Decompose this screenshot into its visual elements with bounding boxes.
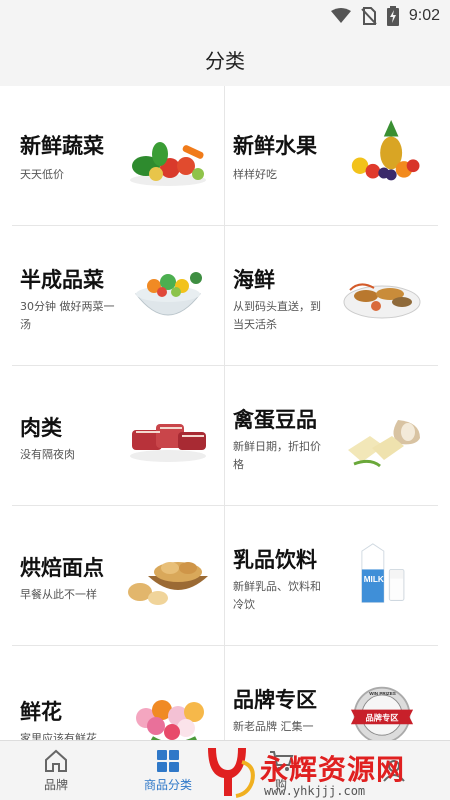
watermark-text: 永辉资源网 [260,753,406,786]
bread-basket-image [128,562,208,605]
category-flowers[interactable]: 鲜花 家里应该有鲜花 [12,646,225,740]
meat-image [130,424,206,462]
badge-ring-text: WIN PRIZES [369,691,396,696]
grid-icon [157,750,179,772]
tab-label: 商品分类 [143,778,192,792]
category-fruits[interactable]: 新鲜水果 样样好吃 [225,86,438,226]
watermark-url: www.yhkjjj.com [264,784,366,798]
category-eggs-tofu[interactable]: 禽蛋豆品 新鲜日期，折扣价格 [225,366,438,506]
category-subtitle: 30分钟 做好两菜一汤 [20,300,115,331]
category-grid: 新鲜蔬菜 天天低价 新鲜水果 样样好吃 半成品菜 30分钟 做好两菜一汤 海鲜 … [0,86,450,740]
category-semi-prepared[interactable]: 半成品菜 30分钟 做好两菜一汤 [12,226,225,366]
category-meat[interactable]: 肉类 没有隔夜肉 [12,366,225,506]
status-time: 9:02 [408,7,440,24]
category-title: 新鲜蔬菜 [20,134,104,158]
seafood-platter-image [343,283,421,319]
vegetables-image [130,142,206,186]
category-subtitle: 新老品牌 汇集一 [233,720,314,733]
category-title: 禽蛋豆品 [233,408,317,432]
category-brands[interactable]: 品牌专区 新老品牌 汇集一 WIN PRIZES 品牌专区 [225,646,438,740]
page-title: 分类 [205,48,245,73]
fruits-image [351,120,420,181]
category-subtitle: 早餐从此不一样 [20,588,97,601]
milk-label: MILK [364,575,384,584]
watermark: 永辉资源网 www.yhkjjj.com [198,742,450,800]
category-subtitle: 新鲜日期，折扣价格 [233,440,321,471]
category-title: 乳品饮料 [233,548,317,572]
salad-bowl-image [134,272,202,316]
category-subtitle: 从到码头直送，到当天活杀 [233,300,321,331]
tab-label: 品牌 [43,778,68,792]
eggs-tofu-image [348,420,420,468]
category-subtitle: 天天低价 [20,168,64,181]
category-bakery[interactable]: 烘焙面点 早餐从此不一样 [12,506,225,646]
category-title: 肉类 [20,416,62,440]
brand-badge-image: WIN PRIZES 品牌专区 [350,686,414,740]
milk-image: MILK [361,543,405,603]
badge-text: 品牌专区 [366,713,399,723]
wifi-icon [330,8,351,23]
category-title: 鲜花 [20,700,62,724]
category-vegetables[interactable]: 新鲜蔬菜 天天低价 [12,86,225,226]
category-title: 半成品菜 [20,268,104,292]
app-header: 分类 [0,32,450,86]
category-title: 烘焙面点 [20,556,104,580]
category-seafood[interactable]: 海鲜 从到码头直送，到当天活杀 [225,226,438,366]
battery-charging-icon [386,6,399,26]
category-title: 新鲜水果 [233,134,317,158]
status-icons: 9:02 [330,6,440,26]
home-icon [45,749,67,772]
category-dairy-drinks[interactable]: 乳品饮料 新鲜乳品、饮料和冷饮 MILK [225,506,438,646]
category-subtitle: 家里应该有鲜花 [20,732,97,740]
category-title: 品牌专区 [233,688,317,712]
watermark-logo-icon [208,748,255,798]
no-sim-icon [361,7,377,25]
status-bar: 9:02 [0,0,450,32]
category-subtitle: 没有隔夜肉 [20,448,75,461]
tab-brand[interactable]: 品牌 [0,741,112,800]
category-title: 海鲜 [233,268,275,292]
flowers-image [136,700,204,740]
category-subtitle: 样样好吃 [233,168,277,181]
category-subtitle: 新鲜乳品、饮料和冷饮 [233,580,321,611]
